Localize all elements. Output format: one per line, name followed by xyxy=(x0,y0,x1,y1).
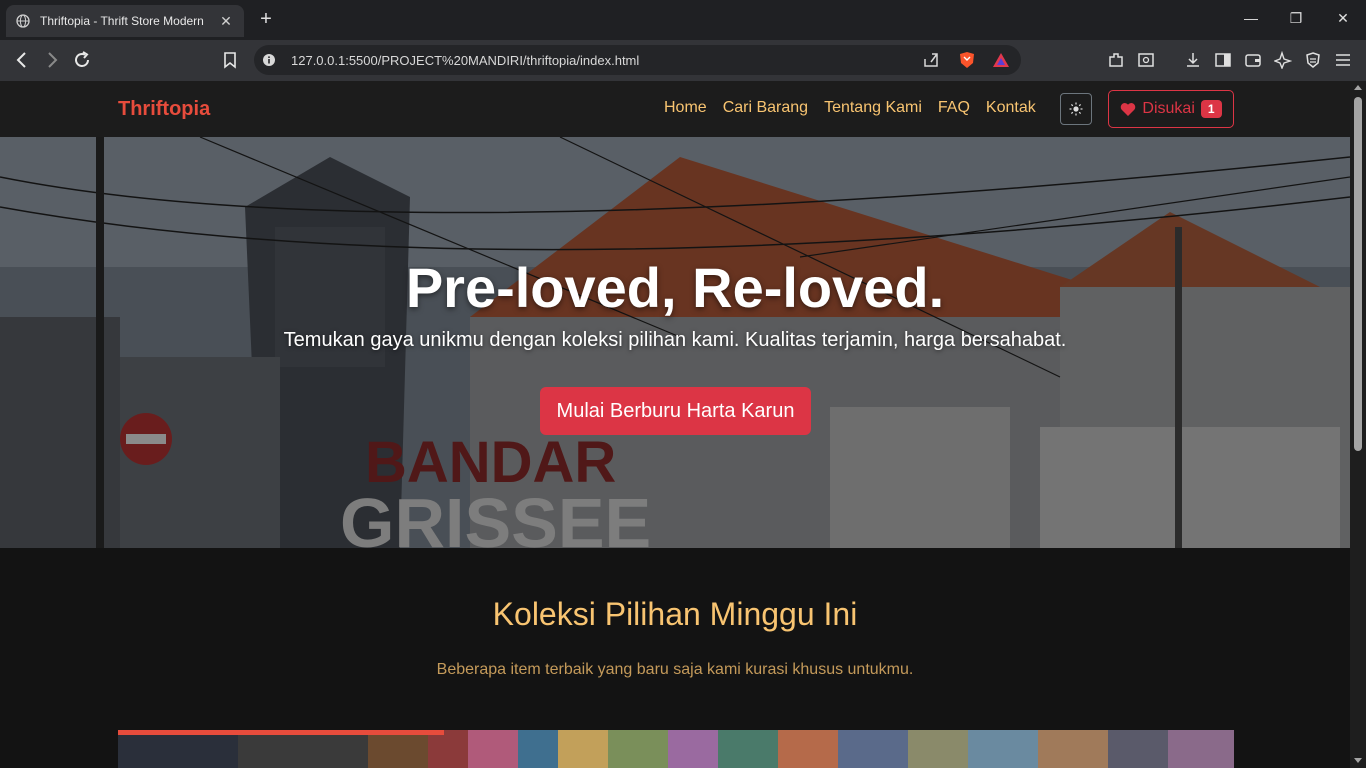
close-window-icon[interactable]: ✕ xyxy=(1333,10,1353,27)
nav-link-faq[interactable]: FAQ xyxy=(938,99,970,117)
globe-icon xyxy=(16,14,30,28)
site-navbar: Thriftopia Home Cari Barang Tentang Kami… xyxy=(0,81,1350,137)
scroll-up-icon[interactable] xyxy=(1354,85,1362,90)
restore-icon[interactable]: ❐ xyxy=(1286,10,1306,27)
favorites-label: Disukai xyxy=(1142,100,1195,117)
scroll-down-icon[interactable] xyxy=(1354,758,1362,763)
nav-link-home[interactable]: Home xyxy=(664,99,707,117)
nav-link-tentang-kami[interactable]: Tentang Kami xyxy=(824,99,922,117)
site-info-icon[interactable] xyxy=(262,53,276,67)
reading-list-icon[interactable] xyxy=(1137,51,1155,69)
forward-icon[interactable] xyxy=(42,50,62,70)
brave-rewards-icon[interactable] xyxy=(992,51,1010,69)
scrollbar-thumb[interactable] xyxy=(1354,97,1362,451)
leo-ai-icon[interactable] xyxy=(1274,51,1292,69)
download-icon[interactable] xyxy=(1184,51,1202,69)
sun-icon xyxy=(1069,102,1083,116)
brand-logo[interactable]: Thriftopia xyxy=(118,98,210,121)
wallet-icon[interactable] xyxy=(1244,51,1262,69)
tab-title: Thriftopia - Thrift Store Modern xyxy=(40,14,204,28)
extensions-icon[interactable] xyxy=(1107,51,1125,69)
clothing-rack-image xyxy=(118,730,1234,768)
browser-tab[interactable]: Thriftopia - Thrift Store Modern ✕ xyxy=(6,5,244,37)
card-accent-bar xyxy=(118,730,444,735)
featured-section-subtitle: Beberapa item terbaik yang baru saja kam… xyxy=(436,661,914,678)
page-scrollbar[interactable] xyxy=(1350,81,1366,768)
share-icon[interactable] xyxy=(922,51,940,69)
close-tab-icon[interactable]: ✕ xyxy=(218,13,234,30)
theme-toggle-button[interactable] xyxy=(1060,93,1092,125)
sidebar-icon[interactable] xyxy=(1214,51,1232,69)
web-page: Thriftopia Home Cari Barang Tentang Kami… xyxy=(0,81,1350,768)
favorites-button[interactable]: Disukai 1 xyxy=(1108,90,1234,128)
favorites-count-badge: 1 xyxy=(1200,100,1222,118)
hero-cta-button[interactable]: Mulai Berburu Harta Karun xyxy=(540,387,811,435)
nav-link-kontak[interactable]: Kontak xyxy=(986,99,1036,117)
browser-tab-bar: Thriftopia - Thrift Store Modern ✕ + — ❐… xyxy=(0,0,1366,40)
brave-shield-icon[interactable] xyxy=(958,51,976,69)
featured-section-title: Koleksi Pilihan Minggu Ini xyxy=(492,596,858,632)
nav-links: Home Cari Barang Tentang Kami FAQ Kontak xyxy=(664,99,1036,117)
hero-subtitle: Temukan gaya unikmu dengan koleksi pilih… xyxy=(283,329,1067,351)
vpn-shield-icon[interactable] xyxy=(1304,51,1322,69)
minimize-icon[interactable]: — xyxy=(1241,10,1261,26)
address-bar[interactable]: 127.0.0.1:5500/PROJECT%20MANDIRI/thrifto… xyxy=(254,45,1021,75)
hero-title: Pre-loved, Re-loved. xyxy=(405,256,945,319)
url-text: 127.0.0.1:5500/PROJECT%20MANDIRI/thrifto… xyxy=(291,53,640,68)
hero-section: BANDAR GRISSEE Pre-loved, Re-loved. Temu… xyxy=(0,137,1350,548)
nav-link-cari-barang[interactable]: Cari Barang xyxy=(723,99,808,117)
back-icon[interactable] xyxy=(12,50,32,70)
bookmark-icon[interactable] xyxy=(220,50,240,70)
new-tab-icon[interactable]: + xyxy=(256,9,276,29)
reload-icon[interactable] xyxy=(72,50,92,70)
heart-icon xyxy=(1121,102,1136,116)
featured-product-card-preview[interactable] xyxy=(118,730,1234,768)
menu-icon[interactable] xyxy=(1334,51,1352,69)
